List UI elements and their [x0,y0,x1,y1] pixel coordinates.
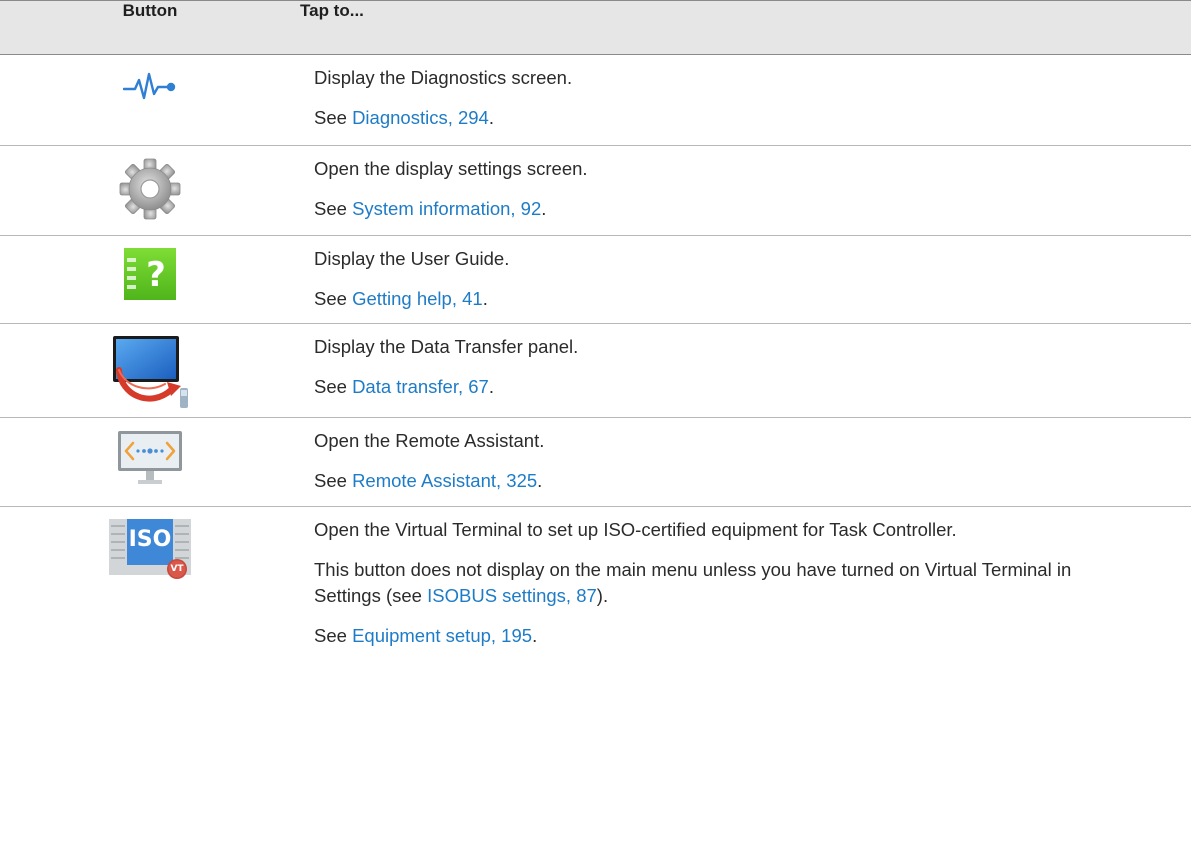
remote-assistant-icon [117,430,183,491]
action-text: Display the Diagnostics screen. [314,67,573,88]
icon-cell [0,55,300,146]
system-information-link[interactable]: System information, 92 [352,198,541,219]
header-tap-to: Tap to... [300,1,364,20]
table-row: Display the Diagnostics screen. See Diag… [0,55,1191,146]
data-transfer-icon [111,334,195,417]
header-button: Button [122,1,178,20]
equipment-setup-link[interactable]: Equipment setup, 195 [352,625,532,646]
svg-text:?: ? [146,255,166,295]
action-text: Open the Remote Assistant. [314,430,545,451]
description-cell: Open the Virtual Terminal to set up ISO-… [300,507,1191,652]
icon-cell: ? [0,236,300,324]
data-transfer-link[interactable]: Data transfer, 67 [352,376,489,397]
table-row: ? Display the User Guide. See Getting he… [0,236,1191,324]
note-line: This button does not display on the main… [314,559,1072,606]
see-line: See System information, 92. [314,198,547,219]
table-header-row: Button Tap to... [0,0,1191,55]
see-line: See Getting help, 41. [314,288,488,309]
table-row: ISO VT Open the Virtual Terminal to set … [0,507,1191,652]
table-row: Display the Data Transfer panel. See Dat… [0,324,1191,418]
getting-help-link[interactable]: Getting help, 41 [352,288,483,309]
icon-cell: ISO VT [0,507,300,652]
isobus-settings-link[interactable]: ISOBUS settings, 87 [427,585,597,606]
see-line: See Remote Assistant, 325. [314,470,543,491]
description-cell: Display the User Guide. See Getting help… [300,236,1191,324]
description-cell: Open the Remote Assistant. See Remote As… [300,418,1191,507]
table-row: Open the display settings screen. See Sy… [0,146,1191,236]
see-line: See Equipment setup, 195. [314,625,538,646]
icon-cell [0,324,300,418]
icon-cell [0,418,300,507]
action-text: Open the Virtual Terminal to set up ISO-… [314,519,957,540]
iso-icon-label: ISO [128,527,172,552]
table-row: Open the Remote Assistant. See Remote As… [0,418,1191,507]
help-guide-icon: ? [124,248,176,305]
description-cell: Open the display settings screen. See Sy… [300,146,1191,236]
see-line: See Diagnostics, 294. [314,107,494,128]
diagnostics-link[interactable]: Diagnostics, 294 [352,107,489,128]
diagnostics-pulse-icon [122,71,177,108]
iso-virtual-terminal-icon: ISO VT [109,517,191,581]
action-text: Display the User Guide. [314,248,510,269]
icon-cell [0,146,300,236]
action-text: Open the display settings screen. [314,158,588,179]
vt-badge-label: VT [170,564,184,574]
see-line: See Data transfer, 67. [314,376,494,397]
button-reference-table: Button Tap to... Display the Diagnostics… [0,0,1191,652]
action-text: Display the Data Transfer panel. [314,336,579,357]
remote-assistant-link[interactable]: Remote Assistant, 325 [352,470,537,491]
description-cell: Display the Diagnostics screen. See Diag… [300,55,1191,146]
description-cell: Display the Data Transfer panel. See Dat… [300,324,1191,418]
gear-icon [119,158,181,225]
